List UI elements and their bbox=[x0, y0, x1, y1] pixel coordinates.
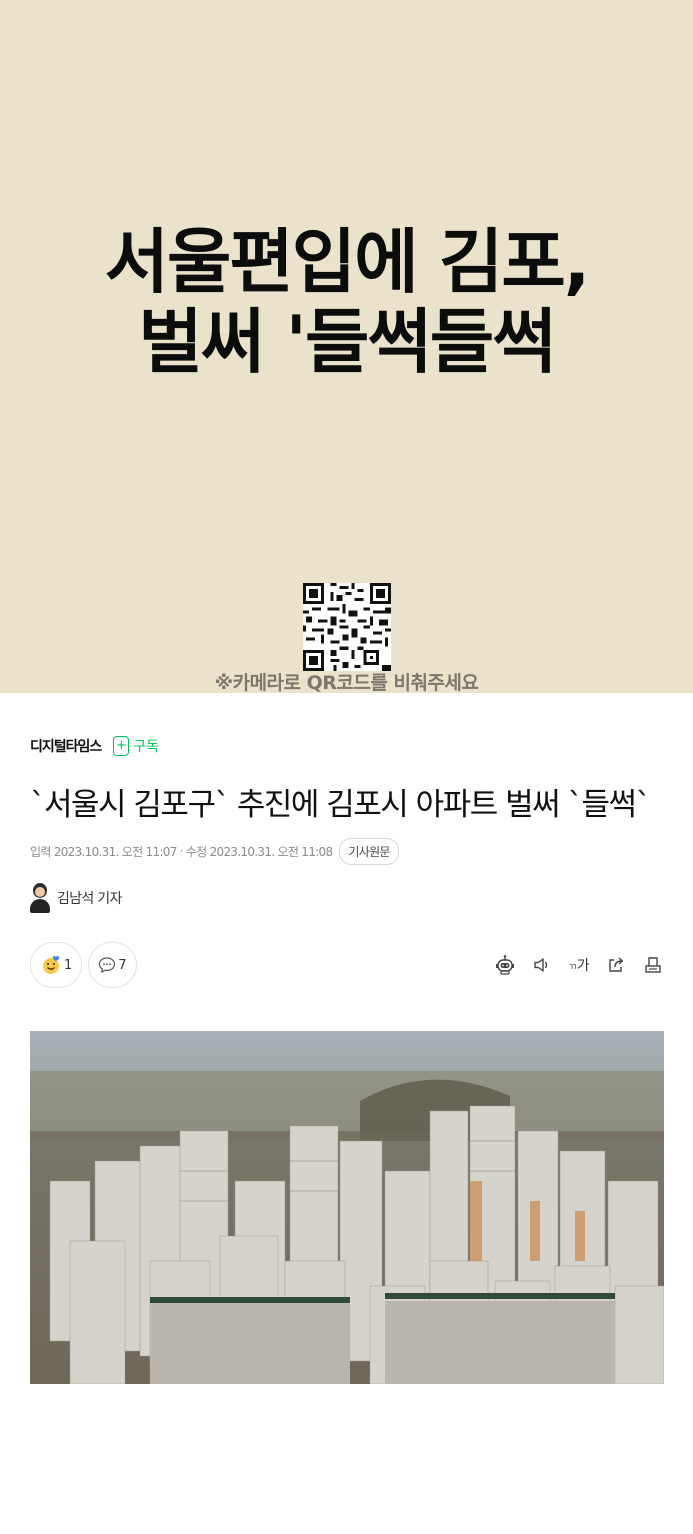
publisher-row: 디지털타임스 + 구독 bbox=[30, 735, 159, 757]
reactions-bar: 1 7 bbox=[30, 942, 143, 988]
edit-time: 2023.10.31. 오전 11:08 bbox=[209, 844, 334, 859]
subscribe-button[interactable]: + 구독 bbox=[113, 736, 159, 756]
article-headline: `서울시 김포구` 추진에 김포시 아파트 벌써 `들썩` bbox=[30, 787, 651, 823]
comment-button[interactable]: 7 bbox=[88, 942, 137, 988]
publisher-logo[interactable]: 디지털타임스 bbox=[30, 736, 102, 756]
meta-separator: · bbox=[179, 844, 184, 858]
font-size-button[interactable]: ㄲ가 bbox=[567, 953, 591, 977]
original-article-button[interactable]: 기사원문 bbox=[339, 837, 399, 865]
like-count: 1 bbox=[64, 957, 73, 973]
smile-emoji-icon bbox=[43, 956, 60, 974]
font-size-icon: ㄲ가 bbox=[568, 958, 590, 974]
print-button[interactable] bbox=[641, 953, 665, 977]
print-icon bbox=[645, 957, 661, 973]
input-label: 입력 bbox=[30, 844, 51, 859]
hero-title: 서울편입에 김포, 벌써 '들썩들썩 bbox=[0, 222, 693, 382]
like-button[interactable]: 1 bbox=[30, 942, 83, 988]
speaker-icon bbox=[534, 958, 548, 972]
text-to-speech-button[interactable] bbox=[530, 953, 554, 977]
reporter[interactable]: 김남석 기자 bbox=[30, 881, 122, 915]
reporter-name: 김남석 기자 bbox=[57, 891, 122, 907]
article-tools: ㄲ가 bbox=[480, 953, 665, 977]
qr-code-icon bbox=[303, 583, 391, 671]
share-button[interactable] bbox=[604, 953, 628, 977]
robot-icon bbox=[496, 955, 514, 975]
subscribe-label: 구독 bbox=[133, 739, 160, 755]
qr-caption: ※카메라로 QR코드를 비춰주세요 bbox=[214, 672, 479, 694]
reporter-avatar bbox=[30, 883, 50, 913]
hero-title-line2: 벌써 '들썩들썩 bbox=[138, 301, 556, 383]
article: 디지털타임스 + 구독 `서울시 김포구` 추진에 김포시 아파트 벌써 `들썩… bbox=[0, 693, 693, 1534]
article-meta: 입력 2023.10.31. 오전 11:07 · 수정 2023.10.31.… bbox=[30, 837, 399, 865]
comment-bubble-icon bbox=[99, 957, 116, 974]
article-photo[interactable] bbox=[30, 1031, 664, 1384]
input-time: 2023.10.31. 오전 11:07 bbox=[53, 844, 178, 859]
hero-banner: 서울편입에 김포, 벌써 '들썩들썩 ※카메라로 QR코드를 비춰주세요 bbox=[0, 0, 693, 694]
comment-count: 7 bbox=[118, 957, 127, 973]
summary-bot-button[interactable] bbox=[493, 953, 517, 977]
share-icon bbox=[609, 957, 624, 972]
edit-label: 수정 bbox=[185, 844, 207, 859]
plus-icon: + bbox=[113, 736, 130, 756]
hero-title-line1: 서울편입에 김포, bbox=[104, 221, 591, 303]
